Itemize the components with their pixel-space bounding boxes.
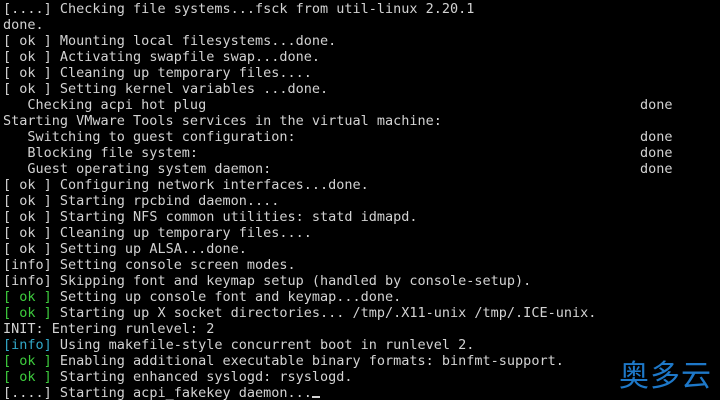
terminal-line: [info] Skipping font and keymap setup (h…	[3, 273, 720, 289]
line-text: Starting rpcbind daemon....	[51, 193, 280, 209]
line-text: Activating swapfile swap...done.	[51, 49, 320, 65]
terminal-line: [ ok ] Cleaning up temporary files....	[3, 65, 720, 81]
terminal-line: [ ok ] Setting up ALSA...done.	[3, 241, 720, 257]
terminal-line: [ ok ] Setting up console font and keyma…	[3, 289, 720, 305]
line-text: Starting enhanced syslogd: rsyslogd.	[51, 369, 353, 385]
status-tag: [ ok ]	[3, 305, 52, 321]
status-tag: [ ok ]	[3, 49, 52, 65]
line-text: Enabling additional executable binary fo…	[51, 353, 564, 369]
terminal-line: Starting VMware Tools services in the vi…	[3, 113, 720, 129]
terminal-line: INIT: Entering runlevel: 2	[3, 321, 720, 337]
status-tag: [....]	[3, 385, 52, 400]
line-text: Configuring network interfaces...done.	[51, 177, 369, 193]
status-tag: [info]	[3, 337, 52, 353]
terminal-line: [....] Checking file systems...fsck from…	[3, 1, 720, 17]
terminal-line: [ ok ] Enabling additional executable bi…	[3, 353, 720, 369]
terminal-line: Switching to guest configuration: done	[3, 129, 720, 145]
line-text: Setting up ALSA...done.	[51, 241, 247, 257]
terminal-line: [ ok ] Starting NFS common utilities: st…	[3, 209, 720, 225]
status-tag: [ ok ]	[3, 81, 52, 97]
line-text: Setting up console font and keymap...don…	[51, 289, 402, 305]
status-tag: [ ok ]	[3, 225, 52, 241]
terminal-line: [ ok ] Mounting local filesystems...done…	[3, 33, 720, 49]
watermark-logo: 奥多云	[619, 360, 712, 394]
status-tag: [....]	[3, 1, 52, 17]
terminal-screen[interactable]: [....] Checking file systems...fsck from…	[0, 0, 720, 400]
line-text: Blocking file system:	[3, 145, 199, 161]
line-text: Guest operating system daemon:	[3, 161, 272, 177]
terminal-line: [ ok ] Cleaning up temporary files....	[3, 225, 720, 241]
terminal-line: [ ok ] Configuring network interfaces...…	[3, 177, 720, 193]
line-text: Checking file systems...fsck from util-l…	[51, 1, 475, 17]
line-text: Starting NFS common utilities: statd idm…	[51, 209, 418, 225]
terminal-line: [....] Starting acpi_fakekey daemon...	[3, 385, 720, 400]
terminal-line: [ ok ] Activating swapfile swap...done.	[3, 49, 720, 65]
status-done: done	[640, 97, 673, 113]
terminal-line: Checking acpi hot plug done	[3, 97, 720, 113]
status-done: done	[640, 161, 673, 177]
line-text: Starting acpi_fakekey daemon...	[51, 385, 312, 400]
status-tag: [ ok ]	[3, 65, 52, 81]
terminal-line: done.	[3, 17, 720, 33]
line-text: done.	[3, 17, 44, 33]
terminal-line: [ ok ] Starting enhanced syslogd: rsyslo…	[3, 369, 720, 385]
status-tag: [ ok ]	[3, 193, 52, 209]
line-text: Cleaning up temporary files....	[51, 65, 312, 81]
text-cursor	[311, 396, 320, 398]
line-text: Checking acpi hot plug	[3, 97, 207, 113]
line-text: Starting up X socket directories... /tmp…	[51, 305, 597, 321]
terminal-line: Guest operating system daemon: done	[3, 161, 720, 177]
line-text: Skipping font and keymap setup (handled …	[51, 273, 532, 289]
status-tag: [info]	[3, 273, 52, 289]
status-tag: [ ok ]	[3, 369, 52, 385]
terminal-line: Blocking file system: done	[3, 145, 720, 161]
status-done: done	[640, 129, 673, 145]
line-text: Cleaning up temporary files....	[51, 225, 312, 241]
status-tag: [ ok ]	[3, 353, 52, 369]
status-tag: [ ok ]	[3, 33, 52, 49]
line-text: INIT: Entering runlevel: 2	[3, 321, 215, 337]
status-tag: [ ok ]	[3, 289, 52, 305]
status-tag: [info]	[3, 257, 52, 273]
status-done: done	[640, 145, 673, 161]
status-tag: [ ok ]	[3, 177, 52, 193]
line-text: Using makefile-style concurrent boot in …	[51, 337, 475, 353]
line-text: Mounting local filesystems...done.	[51, 33, 337, 49]
terminal-output: [....] Checking file systems...fsck from…	[3, 1, 720, 400]
terminal-line: [info] Using makefile-style concurrent b…	[3, 337, 720, 353]
terminal-line: [ ok ] Starting rpcbind daemon....	[3, 193, 720, 209]
terminal-line: [ ok ] Setting kernel variables ...done.	[3, 81, 720, 97]
status-tag: [ ok ]	[3, 209, 52, 225]
line-text: Switching to guest configuration:	[3, 129, 296, 145]
line-text: Starting VMware Tools services in the vi…	[3, 113, 442, 129]
line-text: Setting kernel variables ...done.	[51, 81, 329, 97]
watermark-text: 奥多云	[619, 359, 712, 394]
status-tag: [ ok ]	[3, 241, 52, 257]
line-text: Setting console screen modes.	[51, 257, 296, 273]
terminal-line: [info] Setting console screen modes.	[3, 257, 720, 273]
terminal-line: [ ok ] Starting up X socket directories.…	[3, 305, 720, 321]
